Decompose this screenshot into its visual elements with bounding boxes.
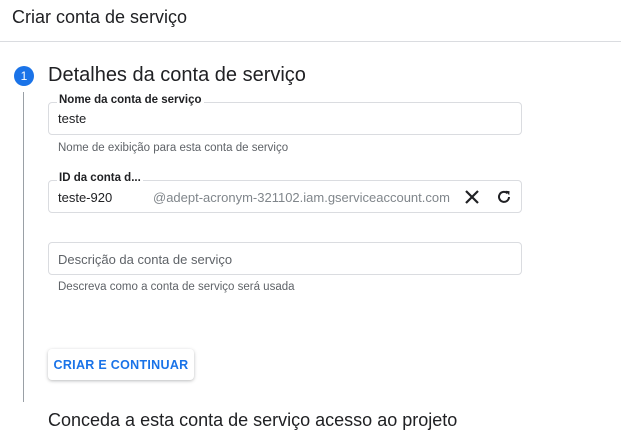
service-account-id-value[interactable]: teste-920 <box>58 190 112 205</box>
service-account-id-suffix: @adept-acronym-321102.iam.gserviceaccoun… <box>153 190 450 205</box>
refresh-icon[interactable] <box>493 186 515 208</box>
service-account-id-label: ID da conta d... <box>57 172 143 184</box>
page-title: Criar conta de serviço <box>12 7 188 27</box>
service-account-name-hint: Nome de exibição para esta conta de serv… <box>58 142 289 154</box>
service-account-name-label: Nome da conta de serviço <box>57 94 204 106</box>
page-header: Criar conta de serviço <box>0 0 621 42</box>
service-account-description-field[interactable]: Descrição da conta de serviço <box>48 242 522 275</box>
step-connector-line <box>23 92 24 402</box>
service-account-name-value[interactable]: teste <box>58 111 86 126</box>
service-account-id-field[interactable]: ID da conta d... teste-920 @adept-acrony… <box>48 172 522 213</box>
close-icon[interactable] <box>461 186 483 208</box>
service-account-description-placeholder[interactable]: Descrição da conta de serviço <box>58 252 232 267</box>
next-step-title: Conceda a esta conta de serviço acesso a… <box>48 410 458 430</box>
service-account-name-field[interactable]: Nome da conta de serviço teste <box>48 94 522 135</box>
step-number-badge: 1 <box>14 66 34 86</box>
create-and-continue-button[interactable]: CRIAR E CONTINUAR <box>48 349 194 380</box>
service-account-description-hint: Descreva como a conta de serviço será us… <box>58 281 295 293</box>
section-title: Detalhes da conta de serviço <box>48 64 306 86</box>
